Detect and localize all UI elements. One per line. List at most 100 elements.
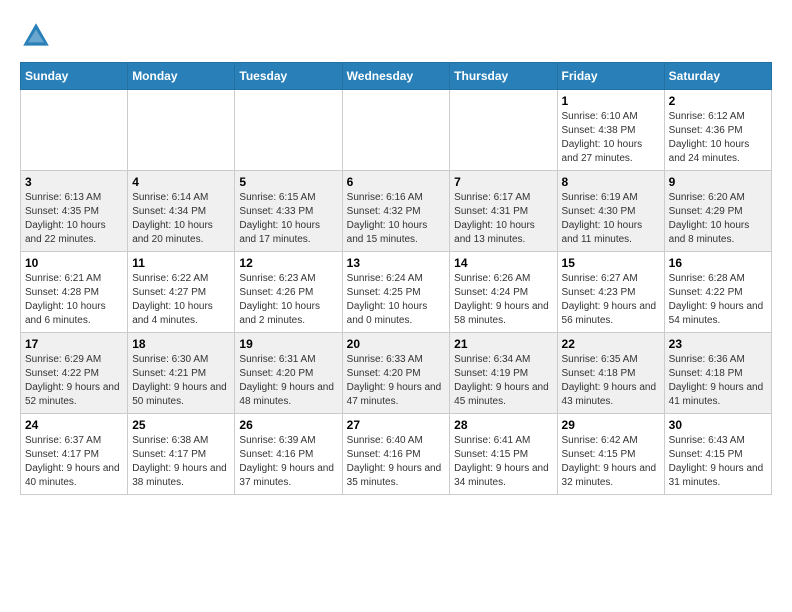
day-info: Sunrise: 6:27 AM Sunset: 4:23 PM Dayligh… xyxy=(562,272,660,328)
day-info: Sunrise: 6:19 AM Sunset: 4:30 PM Dayligh… xyxy=(562,191,660,247)
day-info: Sunrise: 6:24 AM Sunset: 4:25 PM Dayligh… xyxy=(347,272,446,328)
day-info: Sunrise: 6:14 AM Sunset: 4:34 PM Dayligh… xyxy=(132,191,230,247)
calendar-cell: 18 Sunrise: 6:30 AM Sunset: 4:21 PM Dayli… xyxy=(128,333,235,414)
day-number: 6 xyxy=(347,175,446,189)
day-number: 24 xyxy=(25,418,123,432)
day-number: 18 xyxy=(132,337,230,351)
calendar-cell: 11 Sunrise: 6:22 AM Sunset: 4:27 PM Dayli… xyxy=(128,252,235,333)
calendar-cell: 12 Sunrise: 6:23 AM Sunset: 4:26 PM Dayli… xyxy=(235,252,342,333)
calendar-week-4: 17 Sunrise: 6:29 AM Sunset: 4:22 PM Dayli… xyxy=(21,333,772,414)
day-number: 9 xyxy=(669,175,767,189)
day-number: 15 xyxy=(562,256,660,270)
day-info: Sunrise: 6:29 AM Sunset: 4:22 PM Dayligh… xyxy=(25,353,123,409)
day-number: 7 xyxy=(454,175,552,189)
day-info: Sunrise: 6:43 AM Sunset: 4:15 PM Dayligh… xyxy=(669,434,767,490)
calendar-week-3: 10 Sunrise: 6:21 AM Sunset: 4:28 PM Dayli… xyxy=(21,252,772,333)
day-number: 13 xyxy=(347,256,446,270)
calendar-cell: 17 Sunrise: 6:29 AM Sunset: 4:22 PM Dayli… xyxy=(21,333,128,414)
calendar-cell: 10 Sunrise: 6:21 AM Sunset: 4:28 PM Dayli… xyxy=(21,252,128,333)
day-number: 12 xyxy=(239,256,337,270)
day-info: Sunrise: 6:28 AM Sunset: 4:22 PM Dayligh… xyxy=(669,272,767,328)
day-info: Sunrise: 6:31 AM Sunset: 4:20 PM Dayligh… xyxy=(239,353,337,409)
day-number: 23 xyxy=(669,337,767,351)
day-number: 21 xyxy=(454,337,552,351)
day-header-monday: Monday xyxy=(128,63,235,90)
day-header-wednesday: Wednesday xyxy=(342,63,450,90)
calendar-cell: 6 Sunrise: 6:16 AM Sunset: 4:32 PM Daylig… xyxy=(342,171,450,252)
day-info: Sunrise: 6:42 AM Sunset: 4:15 PM Dayligh… xyxy=(562,434,660,490)
day-header-saturday: Saturday xyxy=(664,63,771,90)
day-number: 30 xyxy=(669,418,767,432)
calendar-table: SundayMondayTuesdayWednesdayThursdayFrid… xyxy=(20,62,772,495)
day-header-thursday: Thursday xyxy=(450,63,557,90)
calendar-cell xyxy=(128,90,235,171)
calendar-cell: 2Sunrise: 6:12 AM Sunset: 4:36 PM Daylig… xyxy=(664,90,771,171)
calendar-cell: 30 Sunrise: 6:43 AM Sunset: 4:15 PM Dayli… xyxy=(664,414,771,495)
day-number: 16 xyxy=(669,256,767,270)
calendar-cell: 1 Sunrise: 6:10 AM Sunset: 4:38 PM Daylig… xyxy=(557,90,664,171)
day-info: Sunrise: 6:10 AM Sunset: 4:38 PM Dayligh… xyxy=(562,110,660,166)
day-info: Sunrise: 6:40 AM Sunset: 4:16 PM Dayligh… xyxy=(347,434,446,490)
calendar-cell: 9 Sunrise: 6:20 AM Sunset: 4:29 PM Daylig… xyxy=(664,171,771,252)
calendar-cell: 29Sunrise: 6:42 AM Sunset: 4:15 PM Dayli… xyxy=(557,414,664,495)
logo xyxy=(20,20,58,52)
day-number: 10 xyxy=(25,256,123,270)
day-header-sunday: Sunday xyxy=(21,63,128,90)
calendar-week-5: 24 Sunrise: 6:37 AM Sunset: 4:17 PM Dayli… xyxy=(21,414,772,495)
calendar-cell: 27 Sunrise: 6:40 AM Sunset: 4:16 PM Dayli… xyxy=(342,414,450,495)
day-info: Sunrise: 6:23 AM Sunset: 4:26 PM Dayligh… xyxy=(239,272,337,328)
day-info: Sunrise: 6:13 AM Sunset: 4:35 PM Dayligh… xyxy=(25,191,123,247)
day-info: Sunrise: 6:21 AM Sunset: 4:28 PM Dayligh… xyxy=(25,272,123,328)
calendar-cell: 19 Sunrise: 6:31 AM Sunset: 4:20 PM Dayli… xyxy=(235,333,342,414)
calendar-cell: 5Sunrise: 6:15 AM Sunset: 4:33 PM Daylig… xyxy=(235,171,342,252)
day-info: Sunrise: 6:17 AM Sunset: 4:31 PM Dayligh… xyxy=(454,191,552,247)
day-header-tuesday: Tuesday xyxy=(235,63,342,90)
calendar-cell: 20Sunrise: 6:33 AM Sunset: 4:20 PM Dayli… xyxy=(342,333,450,414)
day-info: Sunrise: 6:16 AM Sunset: 4:32 PM Dayligh… xyxy=(347,191,446,247)
day-info: Sunrise: 6:35 AM Sunset: 4:18 PM Dayligh… xyxy=(562,353,660,409)
day-number: 8 xyxy=(562,175,660,189)
calendar-cell: 16 Sunrise: 6:28 AM Sunset: 4:22 PM Dayli… xyxy=(664,252,771,333)
day-info: Sunrise: 6:36 AM Sunset: 4:18 PM Dayligh… xyxy=(669,353,767,409)
day-number: 17 xyxy=(25,337,123,351)
day-number: 14 xyxy=(454,256,552,270)
day-info: Sunrise: 6:12 AM Sunset: 4:36 PM Dayligh… xyxy=(669,110,767,166)
calendar-cell xyxy=(342,90,450,171)
day-number: 11 xyxy=(132,256,230,270)
day-number: 22 xyxy=(562,337,660,351)
day-info: Sunrise: 6:41 AM Sunset: 4:15 PM Dayligh… xyxy=(454,434,552,490)
day-info: Sunrise: 6:39 AM Sunset: 4:16 PM Dayligh… xyxy=(239,434,337,490)
calendar-cell: 21 Sunrise: 6:34 AM Sunset: 4:19 PM Dayli… xyxy=(450,333,557,414)
logo-icon xyxy=(20,20,52,52)
day-number: 4 xyxy=(132,175,230,189)
calendar-cell: 26 Sunrise: 6:39 AM Sunset: 4:16 PM Dayli… xyxy=(235,414,342,495)
calendar-cell: 7 Sunrise: 6:17 AM Sunset: 4:31 PM Daylig… xyxy=(450,171,557,252)
calendar-cell xyxy=(235,90,342,171)
calendar-cell: 4 Sunrise: 6:14 AM Sunset: 4:34 PM Daylig… xyxy=(128,171,235,252)
calendar-cell: 3 Sunrise: 6:13 AM Sunset: 4:35 PM Daylig… xyxy=(21,171,128,252)
day-info: Sunrise: 6:37 AM Sunset: 4:17 PM Dayligh… xyxy=(25,434,123,490)
day-info: Sunrise: 6:30 AM Sunset: 4:21 PM Dayligh… xyxy=(132,353,230,409)
calendar-cell: 15 Sunrise: 6:27 AM Sunset: 4:23 PM Dayli… xyxy=(557,252,664,333)
day-info: Sunrise: 6:20 AM Sunset: 4:29 PM Dayligh… xyxy=(669,191,767,247)
day-info: Sunrise: 6:33 AM Sunset: 4:20 PM Dayligh… xyxy=(347,353,446,409)
calendar-cell: 8 Sunrise: 6:19 AM Sunset: 4:30 PM Daylig… xyxy=(557,171,664,252)
day-info: Sunrise: 6:15 AM Sunset: 4:33 PM Dayligh… xyxy=(239,191,337,247)
day-number: 19 xyxy=(239,337,337,351)
header-row: SundayMondayTuesdayWednesdayThursdayFrid… xyxy=(21,63,772,90)
day-info: Sunrise: 6:34 AM Sunset: 4:19 PM Dayligh… xyxy=(454,353,552,409)
day-number: 1 xyxy=(562,94,660,108)
calendar-cell: 14Sunrise: 6:26 AM Sunset: 4:24 PM Dayli… xyxy=(450,252,557,333)
day-number: 27 xyxy=(347,418,446,432)
day-info: Sunrise: 6:22 AM Sunset: 4:27 PM Dayligh… xyxy=(132,272,230,328)
calendar-cell: 28Sunrise: 6:41 AM Sunset: 4:15 PM Dayli… xyxy=(450,414,557,495)
day-number: 26 xyxy=(239,418,337,432)
day-info: Sunrise: 6:38 AM Sunset: 4:17 PM Dayligh… xyxy=(132,434,230,490)
calendar-cell xyxy=(21,90,128,171)
day-header-friday: Friday xyxy=(557,63,664,90)
day-number: 3 xyxy=(25,175,123,189)
calendar-cell: 23 Sunrise: 6:36 AM Sunset: 4:18 PM Dayli… xyxy=(664,333,771,414)
calendar-cell: 13 Sunrise: 6:24 AM Sunset: 4:25 PM Dayli… xyxy=(342,252,450,333)
calendar-week-2: 3 Sunrise: 6:13 AM Sunset: 4:35 PM Daylig… xyxy=(21,171,772,252)
calendar-cell xyxy=(450,90,557,171)
